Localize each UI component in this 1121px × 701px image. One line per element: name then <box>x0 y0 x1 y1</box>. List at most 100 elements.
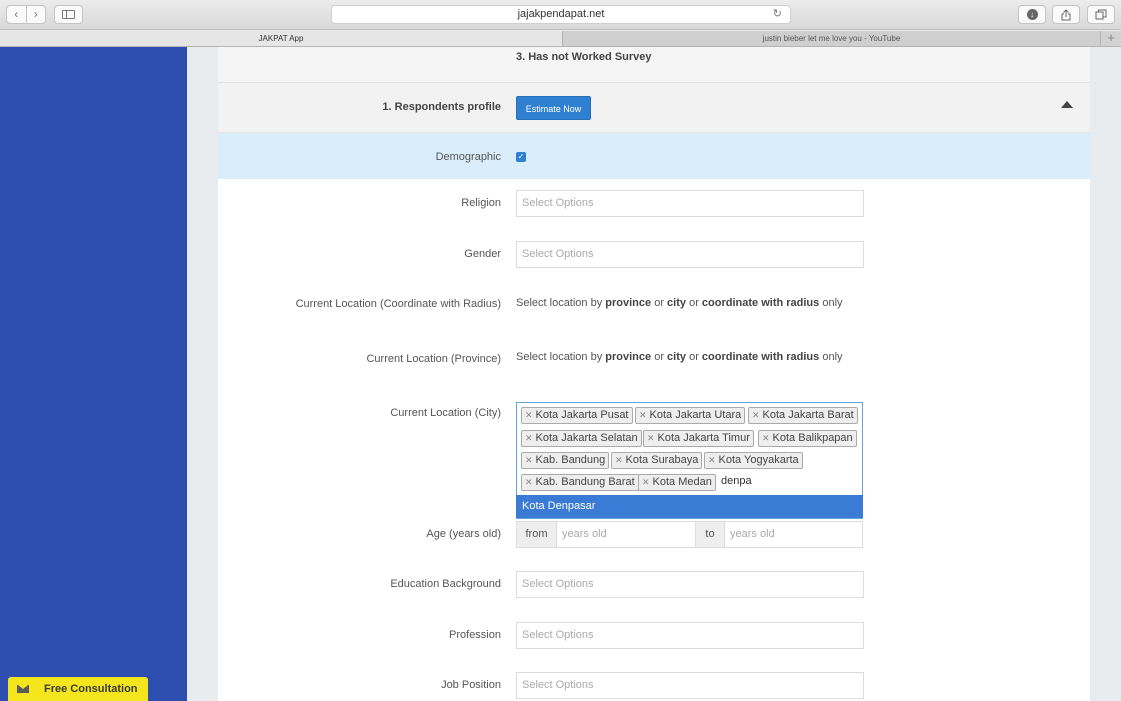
form-content: 3. Has not Worked Survey 1. Respondents … <box>218 47 1090 701</box>
show-tabs-button[interactable] <box>1087 5 1115 24</box>
city-chip[interactable]: ✕ Kab. Bandung Barat <box>521 474 639 491</box>
chevron-up-icon[interactable] <box>1061 101 1073 108</box>
city-chip-label: Kota Jakarta Barat <box>762 409 854 421</box>
info-text-part: or <box>651 297 668 309</box>
city-chip-label: Kab. Bandung Barat <box>535 476 635 488</box>
info-bold-city: city <box>667 351 687 363</box>
tab-bar: JAKPAT App justin bieber let me love you… <box>0 31 1121 47</box>
sidebar-toggle-button[interactable] <box>54 5 83 24</box>
respondents-profile-header[interactable]: 1. Respondents profile Estimate Now <box>218 83 1090 133</box>
address-bar[interactable]: jajakpendapat.net ↻ <box>331 5 791 24</box>
estimate-now-button[interactable]: Estimate Now <box>516 96 591 120</box>
city-chip-label: Kota Yogyakarta <box>718 454 799 466</box>
info-text-part: or <box>651 351 668 363</box>
age-to-input[interactable]: years old <box>724 521 863 548</box>
sidebar-icon <box>62 10 75 19</box>
has-not-worked-survey-item: 3. Has not Worked Survey <box>516 51 652 63</box>
info-text-part: or <box>686 297 702 309</box>
demographic-label: Demographic <box>435 151 501 163</box>
city-chip[interactable]: ✕ Kota Medan <box>638 474 716 491</box>
religion-label: Religion <box>461 197 501 209</box>
envelope-icon <box>17 685 29 693</box>
age-to-label: to <box>695 521 725 548</box>
info-bold-coordinate: coordinate with radius <box>701 297 820 309</box>
reload-icon[interactable]: ↻ <box>773 6 782 23</box>
job-position-label: Job Position <box>441 679 501 691</box>
info-text-part: only <box>819 351 843 363</box>
city-chip[interactable]: ✕ Kota Balikpapan <box>758 430 857 447</box>
province-location-info: Select location by province or city or c… <box>516 351 843 363</box>
left-sidebar <box>0 47 187 701</box>
info-text-part: Select location by <box>516 351 606 363</box>
education-select[interactable]: Select Options <box>516 571 864 598</box>
coordinate-location-label: Current Location (Coordinate with Radius… <box>295 298 501 310</box>
city-chip[interactable]: ✕ Kota Jakarta Pusat <box>521 407 633 424</box>
info-text-part: Select location by <box>516 297 606 309</box>
demographic-checkbox[interactable]: ✓ <box>516 152 526 162</box>
city-chip-label: Kab. Bandung <box>535 454 606 466</box>
downloads-button[interactable]: ↓ <box>1018 5 1046 24</box>
age-label: Age (years old) <box>426 528 501 540</box>
city-chip[interactable]: ✕ Kota Jakarta Utara <box>635 407 746 424</box>
info-text-part: only <box>819 297 843 309</box>
city-chip[interactable]: ✕ Kota Jakarta Selatan <box>521 430 642 447</box>
remove-icon[interactable]: ✕ <box>647 433 655 443</box>
tab-youtube[interactable]: justin bieber let me love you - YouTube <box>562 31 1100 46</box>
city-chip-label: Kota Jakarta Timur <box>657 432 750 444</box>
city-chip[interactable]: ✕ Kota Yogyakarta <box>704 452 803 469</box>
nav-buttons: ‹ › <box>6 5 46 24</box>
remove-icon[interactable]: ✕ <box>752 410 760 420</box>
download-icon: ↓ <box>1026 9 1038 20</box>
city-chip-label: Kota Surabaya <box>625 454 699 466</box>
city-chip-label: Kota Medan <box>652 476 712 488</box>
remove-icon[interactable]: ✕ <box>642 477 650 487</box>
province-location-label: Current Location (Province) <box>366 353 501 365</box>
gender-select[interactable]: Select Options <box>516 241 864 268</box>
demographic-row: Demographic ✓ <box>218 133 1090 179</box>
coordinate-location-info: Select location by province or city or c… <box>516 297 843 309</box>
info-bold-city: city <box>667 297 687 309</box>
back-icon[interactable]: ‹ <box>7 6 27 23</box>
tab-jakpat[interactable]: JAKPAT App <box>0 31 562 46</box>
religion-select[interactable]: Select Options <box>516 190 864 217</box>
info-text-part: or <box>686 351 702 363</box>
gender-label: Gender <box>464 248 501 260</box>
city-location-label: Current Location (City) <box>390 407 501 419</box>
job-position-select[interactable]: Select Options <box>516 672 864 699</box>
section-title: 1. Respondents profile <box>382 101 501 113</box>
age-from-label: from <box>516 521 557 548</box>
previous-section: 3. Has not Worked Survey <box>218 47 1090 83</box>
forward-icon[interactable]: › <box>27 6 46 23</box>
remove-icon[interactable]: ✕ <box>525 455 533 465</box>
age-from-input[interactable]: years old <box>556 521 696 548</box>
free-consultation-button[interactable]: Free Consultation <box>8 677 148 701</box>
share-icon <box>1061 8 1071 20</box>
city-chip[interactable]: ✕ Kab. Bandung <box>521 452 610 469</box>
remove-icon[interactable]: ✕ <box>708 455 716 465</box>
browser-toolbar: ‹ › jajakpendapat.net ↻ ↓ <box>0 0 1121 30</box>
city-chip-label: Kota Jakarta Selatan <box>535 432 638 444</box>
city-chip-label: Kota Jakarta Utara <box>649 409 742 421</box>
scrollbar-track[interactable] <box>1090 47 1121 701</box>
info-bold-province: province <box>605 351 652 363</box>
new-tab-button[interactable]: + <box>1100 31 1121 46</box>
remove-icon[interactable]: ✕ <box>615 455 623 465</box>
city-suggestion-option[interactable]: Kota Denpasar <box>516 495 863 518</box>
profession-select[interactable]: Select Options <box>516 622 864 649</box>
city-chip-label: Kota Balikpapan <box>772 432 853 444</box>
remove-icon[interactable]: ✕ <box>525 477 533 487</box>
city-chip[interactable]: ✕ Kota Jakarta Timur <box>643 430 754 447</box>
city-search-input[interactable]: denpa <box>721 475 752 487</box>
remove-icon[interactable]: ✕ <box>762 433 770 443</box>
share-button[interactable] <box>1052 5 1080 24</box>
remove-icon[interactable]: ✕ <box>525 433 533 443</box>
city-chip[interactable]: ✕ Kota Surabaya <box>611 452 703 469</box>
remove-icon[interactable]: ✕ <box>639 410 647 420</box>
info-bold-coordinate: coordinate with radius <box>701 351 820 363</box>
free-consultation-label: Free Consultation <box>44 683 138 695</box>
address-url: jajakpendapat.net <box>517 8 605 20</box>
city-chip[interactable]: ✕ Kota Jakarta Barat <box>748 407 858 424</box>
page: Free Consultation 3. Has not Worked Surv… <box>0 47 1121 701</box>
city-chip-label: Kota Jakarta Pusat <box>535 409 629 421</box>
remove-icon[interactable]: ✕ <box>525 410 533 420</box>
